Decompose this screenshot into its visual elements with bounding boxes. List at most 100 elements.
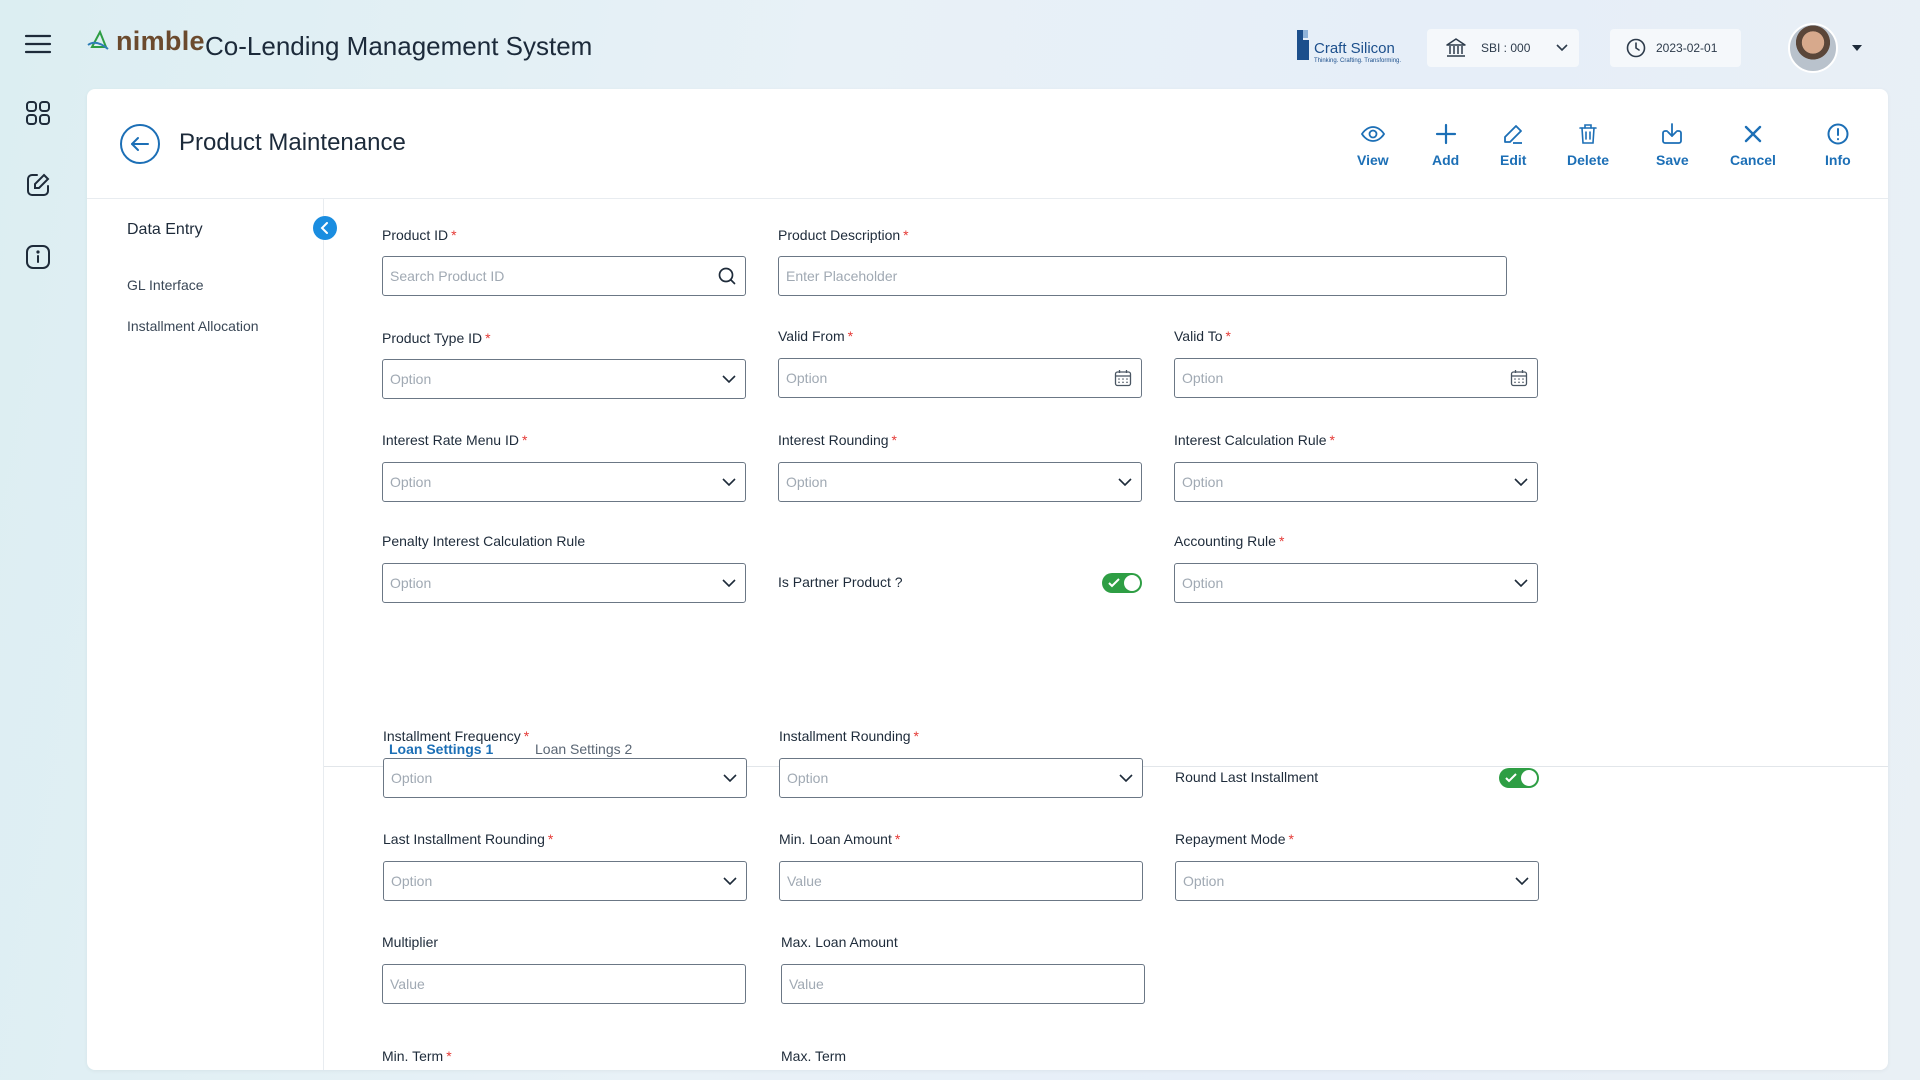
arrow-left-icon	[131, 137, 149, 151]
collapse-nav-button[interactable]	[313, 216, 337, 240]
installment-frequency-label: Installment Frequency *	[383, 728, 530, 744]
nav-section-title[interactable]: Data Entry	[127, 221, 203, 239]
save-button[interactable]: Save	[1656, 122, 1689, 168]
interest-rate-menu-id-value: Option	[390, 474, 432, 490]
app-title: Co-Lending Management System	[205, 31, 593, 61]
installment-frequency-select[interactable]: Option	[383, 758, 747, 798]
accounting-rule-value: Option	[1182, 575, 1224, 591]
interest-calculation-rule-value: Option	[1182, 474, 1224, 490]
main-panel: Product Maintenance View Add Edit Delete…	[87, 89, 1888, 1070]
calendar-icon[interactable]	[1114, 369, 1132, 387]
max-loan-amount-input[interactable]: Value	[781, 964, 1145, 1004]
page-title: Product Maintenance	[179, 129, 406, 156]
chevron-down-icon	[723, 774, 737, 782]
installment-rounding-value: Option	[787, 770, 829, 786]
chevron-left-icon	[320, 222, 328, 234]
installment-rounding-label: Installment Rounding *	[779, 728, 919, 744]
last-installment-rounding-value: Option	[391, 873, 433, 889]
bank-icon	[1446, 38, 1466, 57]
round-last-installment-label: Round Last Installment	[1175, 769, 1319, 785]
info-button[interactable]: Info	[1825, 122, 1851, 168]
is-partner-product-toggle[interactable]	[1102, 573, 1142, 593]
edit-button[interactable]: Edit	[1500, 122, 1526, 168]
nav-item-installment-allocation[interactable]: Installment Allocation	[127, 318, 259, 334]
min-loan-amount-placeholder: Value	[787, 873, 822, 889]
min-loan-amount-label: Min. Loan Amount *	[779, 831, 901, 847]
product-id-label: Product ID *	[382, 227, 457, 243]
valid-from-label: Valid From *	[778, 328, 854, 344]
penalty-interest-calculation-rule-value: Option	[390, 575, 432, 591]
check-icon	[1108, 578, 1120, 588]
valid-to-label: Valid To *	[1174, 328, 1231, 344]
view-button[interactable]: View	[1357, 122, 1389, 168]
data-entry-nav: Data Entry GL Interface Installment Allo…	[87, 199, 324, 1070]
dashboard-grid-icon[interactable]	[18, 93, 58, 133]
valid-to-value: Option	[1182, 370, 1224, 386]
is-partner-product-label: Is Partner Product ?	[778, 574, 903, 590]
search-icon[interactable]	[718, 267, 736, 285]
craft-silicon-mark-icon	[1297, 30, 1309, 60]
branch-selector[interactable]: SBI : 000	[1427, 29, 1579, 67]
product-description-placeholder: Enter Placeholder	[786, 268, 898, 284]
product-type-id-select[interactable]: Option	[382, 359, 746, 399]
chevron-down-icon	[722, 478, 736, 486]
chevron-down-icon	[1118, 478, 1132, 486]
eye-icon	[1360, 126, 1385, 142]
chevron-down-icon	[1515, 877, 1529, 885]
delete-button[interactable]: Delete	[1567, 122, 1609, 168]
penalty-interest-calculation-rule-select[interactable]: Option	[382, 563, 746, 603]
view-label: View	[1357, 152, 1389, 168]
add-label: Add	[1432, 152, 1460, 168]
add-button[interactable]: Add	[1432, 122, 1459, 168]
interest-calculation-rule-select[interactable]: Option	[1174, 462, 1538, 502]
product-description-label: Product Description *	[778, 227, 909, 243]
back-button[interactable]	[120, 124, 160, 164]
trash-icon	[1579, 124, 1597, 144]
interest-rate-menu-id-label: Interest Rate Menu ID *	[382, 432, 528, 448]
cancel-button[interactable]: Cancel	[1730, 122, 1776, 168]
branch-value: SBI : 000	[1481, 41, 1531, 55]
clock-icon	[1626, 38, 1646, 58]
accounting-rule-select[interactable]: Option	[1174, 563, 1538, 603]
interest-rate-menu-id-select[interactable]: Option	[382, 462, 746, 502]
business-date-display[interactable]: 2023-02-01	[1610, 29, 1741, 67]
max-loan-amount-label: Max. Loan Amount	[781, 934, 898, 950]
hamburger-menu-icon[interactable]	[18, 24, 58, 64]
installment-rounding-select[interactable]: Option	[779, 758, 1143, 798]
repayment-mode-select[interactable]: Option	[1175, 861, 1539, 901]
app-logo-text: nimble	[116, 26, 205, 56]
nimble-leaf-icon	[87, 29, 109, 50]
max-loan-amount-placeholder: Value	[789, 976, 824, 992]
product-type-id-label: Product Type ID *	[382, 330, 491, 346]
calendar-icon[interactable]	[1510, 369, 1528, 387]
chevron-down-icon	[722, 579, 736, 587]
app-logo[interactable]: nimble	[86, 26, 205, 57]
toggle-knob	[1124, 575, 1140, 591]
info-circle-icon	[1827, 123, 1849, 145]
chevron-down-icon	[723, 877, 737, 885]
valid-to-date-input[interactable]: Option	[1174, 358, 1538, 398]
interest-rounding-select[interactable]: Option	[778, 462, 1142, 502]
close-icon	[1744, 125, 1762, 143]
info-square-icon[interactable]	[18, 237, 58, 277]
penalty-interest-calculation-rule-label: Penalty Interest Calculation Rule	[382, 533, 586, 549]
min-loan-amount-input[interactable]: Value	[779, 861, 1143, 901]
cancel-label: Cancel	[1730, 152, 1776, 168]
last-installment-rounding-select[interactable]: Option	[383, 861, 747, 901]
accounting-rule-label: Accounting Rule *	[1174, 533, 1285, 549]
caret-down-icon[interactable]	[1852, 45, 1862, 51]
repayment-mode-value: Option	[1183, 873, 1225, 889]
product-id-search-input[interactable]: Search Product ID	[382, 256, 746, 296]
pencil-icon	[1504, 125, 1523, 144]
chevron-down-icon	[1514, 579, 1528, 587]
edit-document-icon[interactable]	[18, 165, 58, 205]
product-description-input[interactable]: Enter Placeholder	[778, 256, 1507, 296]
user-avatar[interactable]	[1788, 23, 1838, 73]
chevron-down-icon	[1514, 478, 1528, 486]
nav-item-gl-interface[interactable]: GL Interface	[127, 277, 204, 293]
multiplier-input[interactable]: Value	[382, 964, 746, 1004]
round-last-installment-toggle[interactable]	[1499, 768, 1539, 788]
plus-icon	[1435, 123, 1456, 145]
tab-loan-settings-2[interactable]: Loan Settings 2	[535, 741, 632, 757]
valid-from-date-input[interactable]: Option	[778, 358, 1142, 398]
